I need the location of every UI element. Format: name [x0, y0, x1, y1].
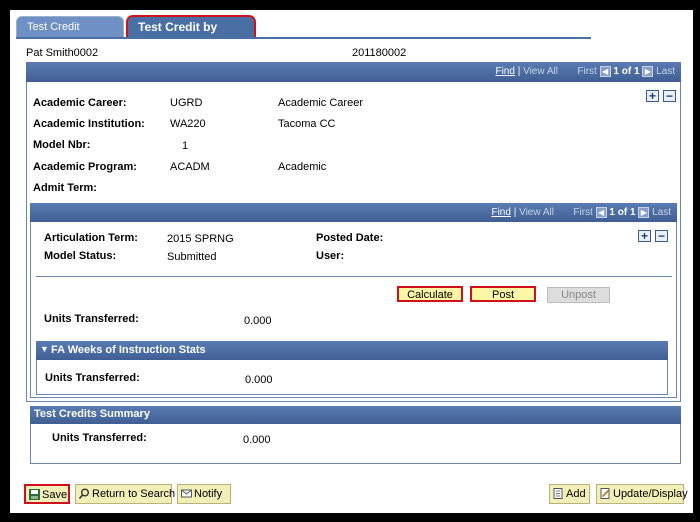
- outer-add-row-icon[interactable]: +: [646, 90, 659, 102]
- summary-header: Test Credits Summary: [30, 406, 681, 424]
- articulation-term-value: 2015 SPRNG: [167, 233, 234, 245]
- inner-nav-bar: Find | View All First ◀ 1 of 1 ▶ Last: [30, 203, 677, 222]
- summary-units-label: Units Transferred:: [52, 432, 147, 444]
- calculate-button[interactable]: Calculate: [397, 286, 463, 302]
- notify-button[interactable]: Notify: [177, 484, 231, 504]
- model-nbr-label: Model Nbr:: [33, 139, 91, 151]
- model-status-label: Model Status:: [44, 250, 117, 262]
- inner-count: 1 of 1: [609, 207, 636, 219]
- outer-first-label: First: [577, 66, 597, 78]
- inner-find-link[interactable]: Find: [491, 207, 510, 218]
- program-desc: Academic: [278, 161, 327, 173]
- outer-delete-row-icon[interactable]: −: [663, 90, 676, 102]
- fa-section-header[interactable]: ▼ FA Weeks of Instruction Stats: [36, 341, 668, 360]
- inner-nav: Find | View All First ◀ 1 of 1 ▶ Last: [491, 207, 671, 219]
- inner-add-row-icon[interactable]: +: [638, 230, 651, 242]
- update-label: Update/Display: [613, 488, 688, 500]
- update-icon: [600, 488, 610, 499]
- add-label: Add: [566, 488, 586, 500]
- outer-find-link[interactable]: Find: [495, 66, 514, 77]
- save-button[interactable]: Save: [24, 484, 70, 504]
- return-label: Return to Search: [92, 488, 176, 500]
- tab-test-credit-details[interactable]: Test Credit Details: [16, 16, 124, 53]
- institution-code: WA220: [170, 118, 206, 130]
- student-name: Pat Smith0002: [26, 47, 99, 59]
- user-label: User:: [316, 250, 345, 262]
- institution-desc: Tacoma CC: [278, 118, 336, 130]
- outer-nav-bar: Find | View All First ◀ 1 of 1 ▶ Last: [26, 62, 681, 82]
- prev-arrow-icon[interactable]: ◀: [599, 66, 611, 77]
- update-display-button[interactable]: Update/Display: [596, 484, 688, 504]
- inner-last-label: Last: [652, 207, 671, 219]
- save-label: Save: [42, 489, 68, 501]
- add-button[interactable]: Add: [549, 484, 590, 504]
- fa-section-title: FA Weeks of Instruction Stats: [51, 344, 206, 356]
- posted-date-label: Posted Date:: [316, 232, 384, 244]
- notify-icon: [181, 489, 192, 498]
- career-code: UGRD: [170, 97, 203, 109]
- save-icon: [29, 489, 40, 500]
- tab-divider: [16, 37, 591, 39]
- inner-delete-row-icon[interactable]: −: [655, 230, 668, 242]
- inner-prev-arrow-icon[interactable]: ◀: [595, 207, 607, 218]
- career-desc: Academic Career: [278, 97, 363, 109]
- model-status-value: Submitted: [167, 251, 217, 263]
- summary-title: Test Credits Summary: [34, 408, 150, 420]
- outer-nav: Find | View All First ◀ 1 of 1 ▶ Last: [495, 66, 675, 78]
- program-code: ACADM: [170, 161, 210, 173]
- tab-test-credit-by-term[interactable]: Test Credit by Term: [126, 15, 256, 54]
- units-transferred-value: 0.000: [244, 315, 272, 327]
- next-arrow-icon[interactable]: ▶: [642, 66, 654, 77]
- articulation-term-label: Articulation Term:: [44, 232, 138, 244]
- fa-units-value: 0.000: [245, 374, 273, 386]
- admit-term-label: Admit Term:: [33, 182, 97, 194]
- units-transferred-label: Units Transferred:: [44, 313, 139, 325]
- notify-label: Notify: [194, 488, 223, 500]
- summary-units-value: 0.000: [243, 434, 271, 446]
- return-to-search-button[interactable]: Return to Search: [75, 484, 176, 504]
- outer-view-all: View All: [523, 66, 558, 78]
- unpost-button: Unpost: [547, 287, 610, 303]
- inner-view-all: View All: [519, 207, 554, 219]
- page-container: Test Credit Details Test Credit by Term …: [10, 10, 693, 513]
- post-button[interactable]: Post: [470, 286, 536, 302]
- outer-last-label: Last: [656, 66, 675, 78]
- career-label: Academic Career:: [33, 97, 127, 109]
- outer-count: 1 of 1: [613, 66, 640, 78]
- collapse-triangle-icon[interactable]: ▼: [40, 344, 49, 354]
- search-icon: [79, 488, 89, 499]
- student-id: 201180002: [352, 47, 407, 59]
- summary-box: [30, 424, 681, 464]
- program-label: Academic Program:: [33, 161, 137, 173]
- fa-units-label: Units Transferred:: [45, 372, 140, 384]
- add-icon: [553, 488, 563, 499]
- divider: [36, 276, 672, 277]
- institution-label: Academic Institution:: [33, 118, 145, 130]
- inner-first-label: First: [573, 207, 593, 219]
- model-nbr-value: 1: [182, 140, 189, 152]
- inner-next-arrow-icon[interactable]: ▶: [638, 207, 650, 218]
